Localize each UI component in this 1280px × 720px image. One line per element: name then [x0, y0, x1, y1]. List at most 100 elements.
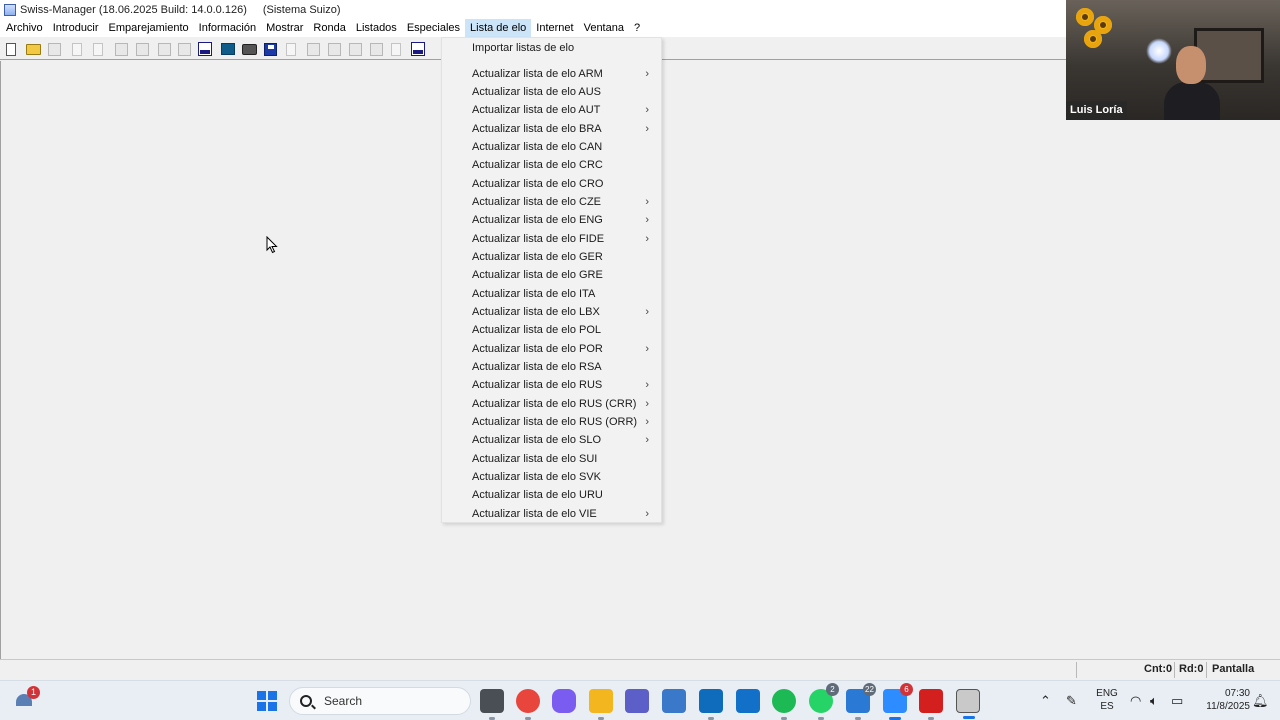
- clock[interactable]: 07:30 11/8/2025: [1192, 687, 1250, 713]
- swiss-manager-app[interactable]: [956, 689, 980, 719]
- menu-update-gre[interactable]: Actualizar lista de elo GRE: [442, 266, 661, 284]
- task-view-app[interactable]: [480, 689, 504, 720]
- messages-badge: 22: [863, 683, 876, 696]
- outlook-new-app[interactable]: [736, 689, 760, 713]
- menu-update-aut[interactable]: Actualizar lista de elo AUT ›: [442, 101, 661, 119]
- screen-button[interactable]: [219, 40, 237, 58]
- menu-update-rus[interactable]: Actualizar lista de elo RUS ›: [442, 376, 661, 394]
- menu-help[interactable]: ?: [629, 19, 645, 37]
- menu-update-fide[interactable]: Actualizar lista de elo FIDE ›: [442, 230, 661, 248]
- menu-update-bra[interactable]: Actualizar lista de elo BRA ›: [442, 120, 661, 138]
- show-hidden-icons-button[interactable]: ⌃: [1040, 681, 1051, 720]
- menu-update-can[interactable]: Actualizar lista de elo CAN: [442, 138, 661, 156]
- weather-widget[interactable]: 1: [16, 686, 40, 712]
- save-disk-button[interactable]: [261, 40, 279, 58]
- menu-update-ger[interactable]: Actualizar lista de elo GER: [442, 248, 661, 266]
- new-document-button[interactable]: [2, 40, 20, 58]
- start-button[interactable]: [257, 691, 277, 711]
- spotify-app[interactable]: [772, 689, 796, 720]
- wifi-button[interactable]: ◠: [1130, 681, 1141, 720]
- menu-emparejamiento[interactable]: Emparejamiento: [104, 19, 194, 37]
- pen-icon: ✎: [1066, 693, 1077, 709]
- taskbar-search[interactable]: Search: [289, 687, 471, 715]
- elo-sort-button[interactable]: [325, 40, 343, 58]
- menu-especiales[interactable]: Especiales: [402, 19, 465, 37]
- print-button[interactable]: [240, 40, 258, 58]
- menu-update-rsa[interactable]: Actualizar lista de elo RSA: [442, 358, 661, 376]
- save-disk-icon: [263, 42, 277, 56]
- menu-update-rsa-label: Actualizar lista de elo RSA: [472, 361, 602, 373]
- sp-doc-button[interactable]: [282, 40, 300, 58]
- teams-app[interactable]: [625, 689, 649, 713]
- battery-button[interactable]: ▭: [1171, 681, 1183, 720]
- submenu-arrow-icon: ›: [645, 214, 649, 226]
- opt-button[interactable]: [409, 40, 427, 58]
- zoom-app[interactable]: 6: [883, 683, 913, 720]
- chrome-app[interactable]: [516, 689, 540, 720]
- notifications-button[interactable]: 🔔︎: [1252, 681, 1269, 720]
- menu-mostrar[interactable]: Mostrar: [261, 19, 308, 37]
- ratio-button[interactable]: [387, 40, 405, 58]
- menu-update-lbx[interactable]: Actualizar lista de elo LBX ›: [442, 303, 661, 321]
- elo-button[interactable]: [196, 40, 214, 58]
- volume-button[interactable]: 🔈︎: [1150, 681, 1158, 720]
- submenu-arrow-icon: ›: [645, 416, 649, 428]
- sp-icon: [114, 42, 128, 56]
- menu-ventana[interactable]: Ventana: [579, 19, 629, 37]
- menu-update-aus[interactable]: Actualizar lista de elo AUS: [442, 83, 661, 101]
- pairing-button[interactable]: [89, 40, 107, 58]
- menu-update-eng[interactable]: Actualizar lista de elo ENG ›: [442, 211, 661, 229]
- menu-update-cro[interactable]: Actualizar lista de elo CRO: [442, 175, 661, 193]
- menu-lista-de-elo[interactable]: Lista de elo: [465, 19, 532, 37]
- menu-listados[interactable]: Listados: [351, 19, 402, 37]
- participant-video: [1164, 42, 1220, 120]
- menu-update-pol[interactable]: Actualizar lista de elo POL: [442, 321, 661, 339]
- menu-update-uru[interactable]: Actualizar lista de elo URU: [442, 486, 661, 504]
- menu-update-slo[interactable]: Actualizar lista de elo SLO ›: [442, 431, 661, 449]
- menu-update-arm[interactable]: Actualizar lista de elo ARM ›: [442, 65, 661, 83]
- number-sort-button[interactable]: [346, 40, 364, 58]
- equal-sort-button[interactable]: [367, 40, 385, 58]
- menu-update-crc[interactable]: Actualizar lista de elo CRC: [442, 156, 661, 174]
- acrobat-app[interactable]: [919, 689, 943, 720]
- menu-archivo[interactable]: Archivo: [1, 19, 48, 37]
- open-folder-button[interactable]: [24, 40, 42, 58]
- calculator-app[interactable]: [662, 689, 686, 713]
- search-placeholder: Search: [324, 694, 363, 708]
- abc-sort-button[interactable]: [304, 40, 322, 58]
- menu-update-ita[interactable]: Actualizar lista de elo ITA: [442, 285, 661, 303]
- opt-icon: [411, 42, 425, 56]
- sp-button[interactable]: [112, 40, 130, 58]
- whatsapp-app[interactable]: 2: [809, 683, 839, 720]
- menu-update-sui[interactable]: Actualizar lista de elo SUI: [442, 450, 661, 468]
- pairing-icon: [93, 42, 103, 56]
- submenu-arrow-icon: ›: [645, 508, 649, 520]
- file-explorer-app[interactable]: [589, 689, 613, 720]
- save-button[interactable]: [45, 40, 63, 58]
- menu-importar-listas[interactable]: Importar listas de elo: [442, 39, 661, 57]
- score-button[interactable]: [155, 40, 173, 58]
- open-folder-icon: [25, 43, 41, 55]
- menu-informacion[interactable]: Información: [194, 19, 261, 37]
- menu-update-cze[interactable]: Actualizar lista de elo CZE ›: [442, 193, 661, 211]
- menu-update-svk[interactable]: Actualizar lista de elo SVK: [442, 468, 661, 486]
- document-button[interactable]: [68, 40, 86, 58]
- menu-update-por[interactable]: Actualizar lista de elo POR ›: [442, 340, 661, 358]
- language-indicator[interactable]: ENG ES: [1093, 687, 1121, 713]
- pairing-list-button[interactable]: [133, 40, 151, 58]
- menu-ronda[interactable]: Ronda: [308, 19, 350, 37]
- outlook-app[interactable]: [699, 689, 723, 720]
- pen-tray-button[interactable]: ✎: [1066, 681, 1077, 720]
- menu-update-rus-orr[interactable]: Actualizar lista de elo RUS (ORR) ›: [442, 413, 661, 431]
- menu-introducir[interactable]: Introducir: [48, 19, 104, 37]
- participant-body: [1164, 82, 1220, 120]
- tournament-button[interactable]: [175, 40, 193, 58]
- abc-sort-icon: [306, 42, 320, 56]
- sp-doc-icon: [286, 42, 296, 56]
- menu-update-vie[interactable]: Actualizar lista de elo VIE ›: [442, 505, 661, 523]
- menu-internet[interactable]: Internet: [531, 19, 578, 37]
- menu-update-rus-crr[interactable]: Actualizar lista de elo RUS (CRR) ›: [442, 395, 661, 413]
- messages-app[interactable]: 22: [846, 683, 876, 720]
- volume-icon: 🔈︎: [1150, 693, 1158, 709]
- copilot-app[interactable]: [552, 689, 576, 713]
